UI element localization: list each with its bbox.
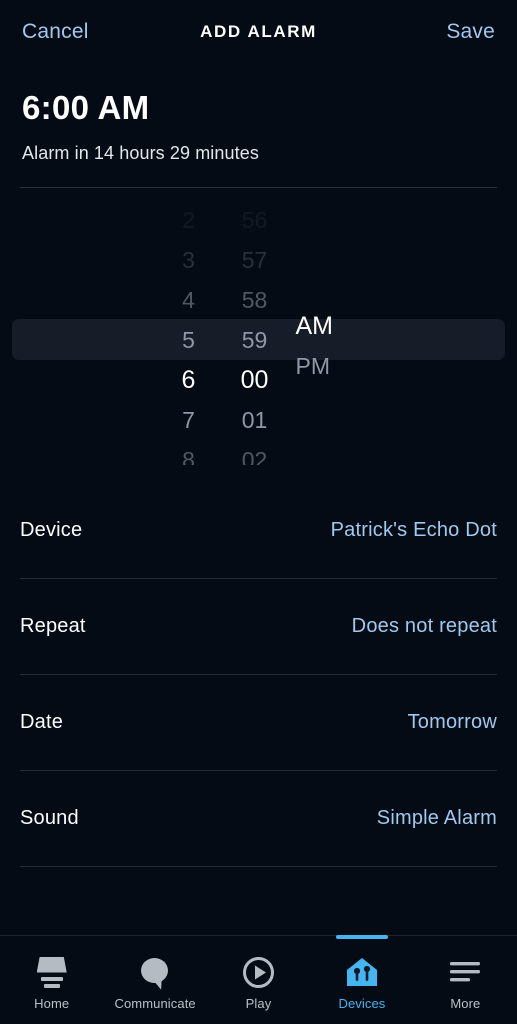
picker-item[interactable]: 58 (222, 280, 288, 320)
active-tab-indicator (335, 935, 388, 939)
picker-item[interactable]: PM (296, 346, 362, 386)
tab-more[interactable]: More (414, 936, 517, 1024)
picker-item (296, 439, 362, 465)
tab-devices[interactable]: Devices (310, 935, 413, 1024)
option-row-date[interactable]: Date Tomorrow (20, 675, 497, 772)
picker-item (296, 386, 362, 412)
tab-label: Play (245, 996, 272, 1011)
alarm-time-display: 6:00 AM (22, 89, 150, 126)
echo-device-icon (36, 955, 67, 989)
tab-play[interactable]: Play (207, 936, 310, 1024)
tab-communicate[interactable]: Communicate (103, 936, 206, 1024)
alarm-summary: 6:00 AM Alarm in 14 hours 29 minutes (0, 64, 517, 164)
top-navigation-bar: Cancel ADD ALARM Save (0, 0, 517, 64)
tab-label: Communicate (114, 996, 196, 1011)
picker-item[interactable]: 4 (156, 280, 222, 320)
option-row-sound[interactable]: Sound Simple Alarm (20, 771, 497, 868)
picker-item-selected[interactable]: 6 (156, 360, 222, 400)
picker-item[interactable]: 59 (222, 320, 288, 360)
picker-item (296, 280, 362, 306)
picker-item-selected[interactable]: AM (296, 306, 362, 346)
minute-picker-column[interactable]: 56 57 58 59 00 01 02 03 04 (222, 200, 288, 465)
picker-item[interactable]: 7 (156, 400, 222, 440)
option-value[interactable]: Does not repeat (352, 615, 497, 638)
option-value[interactable]: Patrick's Echo Dot (331, 519, 497, 542)
tab-label: Devices (338, 996, 386, 1011)
option-label: Date (20, 711, 64, 734)
option-row-repeat[interactable]: Repeat Does not repeat (20, 579, 497, 676)
picker-item[interactable]: 02 (222, 440, 288, 465)
picker-item[interactable]: 57 (222, 240, 288, 280)
option-label: Device (20, 519, 83, 542)
option-value[interactable]: Tomorrow (408, 711, 497, 734)
option-label: Sound (20, 807, 79, 830)
meridiem-picker-column[interactable]: AM PM (288, 200, 362, 465)
picker-item (296, 253, 362, 279)
tab-label: Home (34, 996, 70, 1011)
picker-item (296, 412, 362, 438)
picker-item[interactable]: 56 (222, 200, 288, 240)
option-value[interactable]: Simple Alarm (377, 807, 497, 830)
alarm-countdown-text: Alarm in 14 hours 29 minutes (22, 143, 259, 164)
summary-divider (20, 187, 497, 189)
add-alarm-screen: Cancel ADD ALARM Save 6:00 AM Alarm in 1… (0, 0, 517, 1024)
picker-item (296, 227, 362, 253)
tab-home[interactable]: Home (0, 936, 103, 1024)
option-label: Repeat (20, 615, 86, 638)
cancel-button[interactable]: Cancel (22, 20, 89, 44)
hour-picker-column[interactable]: 2 3 4 5 6 7 8 9 10 (156, 200, 222, 465)
hamburger-menu-icon (450, 955, 481, 989)
time-picker[interactable]: 2 3 4 5 6 7 8 9 10 56 57 58 59 00 01 02 … (0, 200, 517, 465)
picker-item[interactable]: 8 (156, 440, 222, 465)
alarm-options-list: Device Patrick's Echo Dot Repeat Does no… (0, 483, 517, 935)
picker-item[interactable]: 01 (222, 400, 288, 440)
picker-item-selected[interactable]: 00 (222, 360, 288, 400)
picker-item[interactable]: 5 (156, 320, 222, 360)
speech-bubble-icon (140, 955, 170, 991)
smart-home-icon (346, 955, 378, 989)
option-row-device[interactable]: Device Patrick's Echo Dot (20, 483, 497, 580)
play-circle-icon (243, 955, 275, 989)
picker-item[interactable]: 3 (156, 240, 222, 280)
bottom-tab-bar: Home Communicate Play Devices More (0, 935, 517, 1024)
picker-item (296, 200, 362, 226)
tab-label: More (450, 996, 481, 1011)
picker-item[interactable]: 2 (156, 200, 222, 240)
save-button[interactable]: Save (446, 20, 495, 44)
